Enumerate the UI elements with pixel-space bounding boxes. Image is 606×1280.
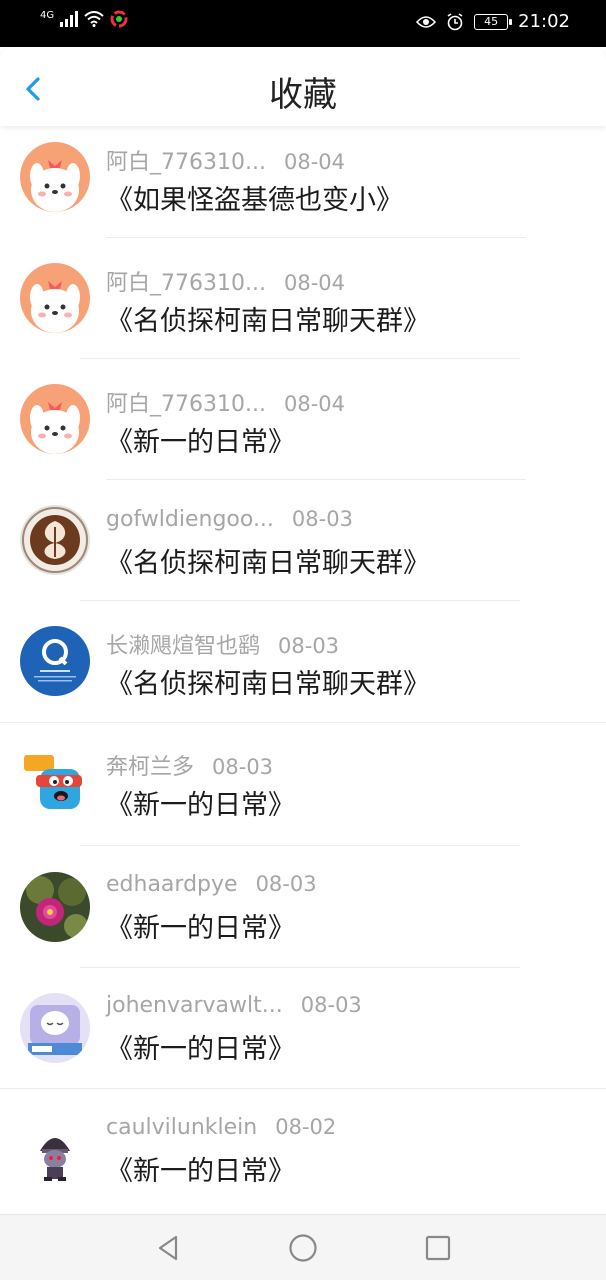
item-meta: caulvilunklein 08-02 [106, 1115, 336, 1140]
status-time: 21:02 [518, 11, 570, 32]
hooded-figure-avatar [20, 1117, 90, 1187]
wifi-icon [84, 11, 104, 27]
item-title: 《名侦探柯南日常聊天群》 [106, 306, 430, 337]
eye-comfort-icon [416, 15, 437, 28]
puppy-avatar [20, 263, 90, 333]
home-circle-icon [289, 1234, 317, 1262]
favorite-item[interactable]: 阿白_776310... 08-04 《新一的日常》 [0, 368, 606, 489]
author-name: gofwldiengoo... [106, 507, 274, 532]
sleeping-cartoon-avatar [20, 993, 90, 1063]
item-date: 08-03 [278, 634, 340, 658]
item-title: 《名侦探柯南日常聊天群》 [106, 669, 430, 700]
latte-art-avatar [20, 505, 90, 575]
network-type: 4G [40, 9, 55, 21]
favorite-item[interactable]: 阿白_776310... 08-04 《名侦探柯南日常聊天群》 [0, 247, 606, 368]
divider [106, 479, 526, 480]
author-name: edhaardpye [106, 872, 238, 897]
app-header: 收藏 [0, 47, 606, 126]
item-title: 《如果怪盗基德也变小》 [106, 185, 403, 216]
favorite-item[interactable]: caulvilunklein 08-02 《新一的日常》 [0, 1097, 606, 1214]
battery-icon: 45 [474, 13, 513, 30]
page-title: 收藏 [269, 75, 337, 115]
item-title: 《新一的日常》 [106, 913, 295, 944]
status-bar: 4G 45 21:02 [0, 0, 606, 47]
item-meta: 奔柯兰多 08-03 [106, 749, 273, 781]
item-meta: 阿白_776310... 08-04 [106, 144, 345, 176]
favorite-item[interactable]: 阿白_776310... 08-04 《如果怪盗基德也变小》 [0, 126, 606, 247]
puppy-avatar [20, 384, 90, 454]
favorite-item[interactable]: 长濑飓煊智也鹞 08-03 《名侦探柯南日常聊天群》 [0, 610, 606, 731]
author-name: 阿白_776310... [106, 392, 266, 417]
favorite-item[interactable]: johenvarvawlt... 08-03 《新一的日常》 [0, 975, 606, 1096]
item-meta: gofwldiengoo... 08-03 [106, 507, 353, 532]
divider [80, 358, 520, 359]
cactus-flower-avatar [20, 872, 90, 942]
item-title: 《新一的日常》 [106, 1034, 295, 1065]
app-notification-icon [110, 10, 128, 28]
cartoon-monster-avatar [20, 749, 90, 819]
author-name: caulvilunklein [106, 1115, 258, 1140]
author-name: 阿白_776310... [106, 271, 266, 296]
item-title: 《新一的日常》 [106, 790, 295, 821]
item-title: 《新一的日常》 [106, 1156, 295, 1187]
alarm-icon [447, 12, 463, 30]
item-meta: johenvarvawlt... 08-03 [106, 993, 362, 1018]
back-triangle-icon [158, 1235, 178, 1261]
nav-home-button[interactable] [288, 1233, 318, 1263]
item-meta: 长濑飓煊智也鹞 08-03 [106, 628, 339, 660]
item-date: 08-03 [212, 755, 274, 779]
item-title: 《名侦探柯南日常聊天群》 [106, 548, 430, 579]
item-date: 08-04 [283, 392, 345, 416]
divider [0, 722, 606, 723]
item-meta: 阿白_776310... 08-04 [106, 265, 345, 297]
recents-square-icon [425, 1235, 451, 1261]
status-left-group: 4G [40, 10, 128, 28]
divider [80, 845, 520, 846]
status-right-group: 45 21:02 [416, 11, 570, 32]
item-date: 08-04 [283, 150, 345, 174]
item-date: 08-03 [291, 507, 353, 531]
puppy-avatar [20, 142, 90, 212]
divider [80, 600, 520, 601]
author-name: 阿白_776310... [106, 150, 266, 175]
divider [0, 1088, 606, 1089]
system-nav-bar [0, 1214, 606, 1280]
nav-recents-button[interactable] [423, 1233, 453, 1263]
favorite-item[interactable]: 奔柯兰多 08-03 《新一的日常》 [0, 731, 606, 852]
item-meta: edhaardpye 08-03 [106, 872, 317, 897]
favorite-item[interactable]: gofwldiengoo... 08-03 《名侦探柯南日常聊天群》 [0, 489, 606, 610]
favorite-item[interactable]: edhaardpye 08-03 《新一的日常》 [0, 854, 606, 975]
blue-q-logo-avatar [20, 626, 90, 696]
item-date: 08-03 [300, 993, 362, 1017]
divider [106, 237, 526, 238]
author-name: johenvarvawlt... [106, 993, 283, 1018]
item-date: 08-04 [283, 271, 345, 295]
item-title: 《新一的日常》 [106, 427, 295, 458]
favorites-list: 阿白_776310... 08-04 《如果怪盗基德也变小》 阿白_776310… [0, 126, 606, 1214]
item-meta: 阿白_776310... 08-04 [106, 386, 345, 418]
divider [80, 967, 520, 968]
nav-back-button[interactable] [154, 1233, 184, 1263]
signal-icon [60, 11, 79, 27]
author-name: 长濑飓煊智也鹞 [106, 634, 261, 659]
item-date: 08-03 [255, 872, 317, 896]
item-date: 08-02 [275, 1115, 337, 1139]
author-name: 奔柯兰多 [106, 755, 195, 780]
